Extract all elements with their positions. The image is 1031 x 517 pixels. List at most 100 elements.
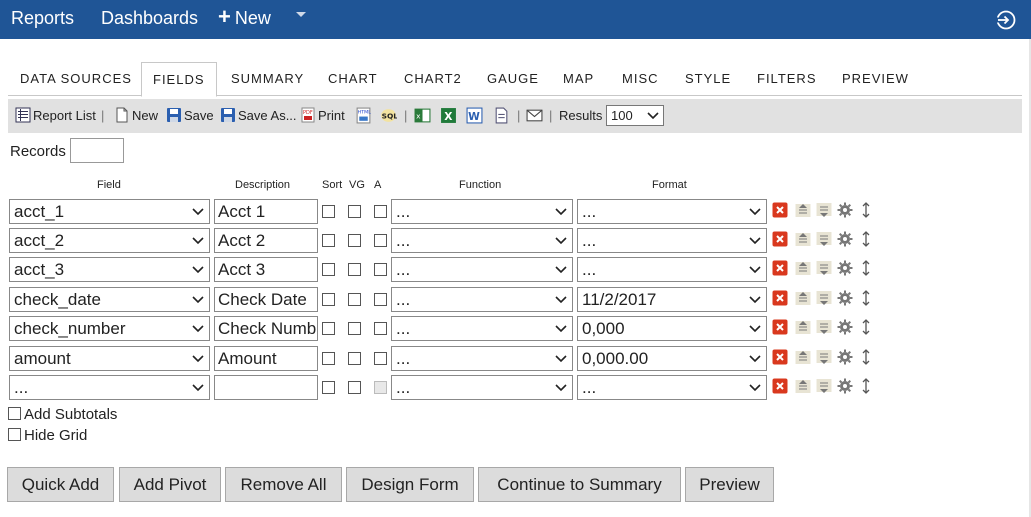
tab-misc[interactable]: MISC <box>622 62 659 96</box>
tab-chart[interactable]: CHART <box>328 62 378 96</box>
function-select[interactable]: ... <box>391 375 573 400</box>
settings-gear-icon[interactable] <box>837 290 853 306</box>
design-form-button[interactable]: Design Form <box>346 467 474 502</box>
nav-new-button[interactable]: + New <box>218 6 271 29</box>
vg-checkbox[interactable] <box>348 263 361 276</box>
sort-checkbox[interactable] <box>322 352 335 365</box>
hide-grid-checkbox[interactable] <box>8 428 21 441</box>
format-select[interactable]: ... <box>577 199 767 224</box>
move-up-icon[interactable] <box>795 260 811 276</box>
results-select[interactable]: 100 <box>606 105 664 126</box>
format-select[interactable]: ... <box>577 375 767 400</box>
field-select[interactable]: acct_1 <box>9 199 210 224</box>
settings-gear-icon[interactable] <box>837 378 853 394</box>
move-down-icon[interactable] <box>816 231 832 247</box>
sort-checkbox[interactable] <box>322 322 335 335</box>
drag-handle-icon[interactable] <box>858 378 874 394</box>
tab-summary[interactable]: SUMMARY <box>231 62 304 96</box>
new-report-button[interactable]: New <box>114 107 158 125</box>
function-select[interactable]: ... <box>391 346 573 371</box>
continue-to-summary-button[interactable]: Continue to Summary <box>478 467 681 502</box>
field-select[interactable]: ... <box>9 375 210 400</box>
quick-add-button[interactable]: Quick Add <box>7 467 114 502</box>
add-pivot-button[interactable]: Add Pivot <box>119 467 221 502</box>
drag-handle-icon[interactable] <box>858 260 874 276</box>
a-checkbox[interactable] <box>374 263 387 276</box>
a-checkbox[interactable] <box>374 234 387 247</box>
delete-icon[interactable] <box>772 319 788 335</box>
add-subtotals-option[interactable]: Add Subtotals <box>8 407 117 423</box>
preview-button[interactable]: Preview <box>685 467 774 502</box>
excel-export-icon[interactable]: X <box>440 107 457 124</box>
logout-icon[interactable] <box>995 9 1017 31</box>
description-input[interactable]: Acct 3 <box>214 257 318 282</box>
move-up-icon[interactable] <box>795 319 811 335</box>
vg-checkbox[interactable] <box>348 352 361 365</box>
format-select[interactable]: 0,000.00 <box>577 346 767 371</box>
description-input[interactable]: Amount <box>214 346 318 371</box>
description-input[interactable]: Check Numb <box>214 316 318 341</box>
settings-gear-icon[interactable] <box>837 319 853 335</box>
delete-icon[interactable] <box>772 260 788 276</box>
description-input[interactable]: Check Date <box>214 287 318 312</box>
field-select[interactable]: check_date <box>9 287 210 312</box>
move-up-icon[interactable] <box>795 349 811 365</box>
a-checkbox[interactable] <box>374 352 387 365</box>
nav-dashboards-link[interactable]: Dashboards <box>101 8 198 29</box>
settings-gear-icon[interactable] <box>837 231 853 247</box>
settings-gear-icon[interactable] <box>837 260 853 276</box>
print-button[interactable]: PDF Print <box>300 107 345 125</box>
save-button[interactable]: Save <box>166 107 214 125</box>
move-down-icon[interactable] <box>816 260 832 276</box>
format-select[interactable]: 11/2/2017 <box>577 287 767 312</box>
sort-checkbox[interactable] <box>322 205 335 218</box>
word-export-icon[interactable]: W <box>466 107 483 124</box>
chevron-down-icon[interactable] <box>296 12 306 17</box>
a-checkbox[interactable] <box>374 205 387 218</box>
function-select[interactable]: ... <box>391 199 573 224</box>
a-checkbox[interactable] <box>374 322 387 335</box>
sort-checkbox[interactable] <box>322 263 335 276</box>
delete-icon[interactable] <box>772 378 788 394</box>
drag-handle-icon[interactable] <box>858 231 874 247</box>
csv-export-icon[interactable]: x <box>414 107 431 124</box>
drag-handle-icon[interactable] <box>858 319 874 335</box>
move-up-icon[interactable] <box>795 231 811 247</box>
vg-checkbox[interactable] <box>348 381 361 394</box>
vg-checkbox[interactable] <box>348 205 361 218</box>
function-select[interactable]: ... <box>391 316 573 341</box>
delete-icon[interactable] <box>772 231 788 247</box>
description-input[interactable]: Acct 1 <box>214 199 318 224</box>
delete-icon[interactable] <box>772 202 788 218</box>
drag-handle-icon[interactable] <box>858 349 874 365</box>
description-input[interactable] <box>214 375 318 400</box>
delete-icon[interactable] <box>772 349 788 365</box>
tab-preview[interactable]: PREVIEW <box>842 62 909 96</box>
move-down-icon[interactable] <box>816 349 832 365</box>
sort-checkbox[interactable] <box>322 381 335 394</box>
drag-handle-icon[interactable] <box>858 202 874 218</box>
delete-icon[interactable] <box>772 290 788 306</box>
a-checkbox[interactable] <box>374 293 387 306</box>
records-input[interactable] <box>70 138 124 163</box>
move-down-icon[interactable] <box>816 378 832 394</box>
vg-checkbox[interactable] <box>348 293 361 306</box>
function-select[interactable]: ... <box>391 287 573 312</box>
tab-style[interactable]: STYLE <box>685 62 731 96</box>
sort-checkbox[interactable] <box>322 293 335 306</box>
report-list-button[interactable]: Report List <box>15 107 96 125</box>
html-export-icon[interactable]: HTML <box>355 107 372 124</box>
field-select[interactable]: acct_2 <box>9 228 210 253</box>
tab-map[interactable]: MAP <box>563 62 594 96</box>
email-icon[interactable] <box>526 107 543 124</box>
format-select[interactable]: ... <box>577 228 767 253</box>
add-subtotals-checkbox[interactable] <box>8 407 21 420</box>
format-select[interactable]: ... <box>577 257 767 282</box>
text-export-icon[interactable] <box>493 107 510 124</box>
field-select[interactable]: amount <box>9 346 210 371</box>
function-select[interactable]: ... <box>391 257 573 282</box>
tab-chart2[interactable]: CHART2 <box>404 62 462 96</box>
save-as-button[interactable]: Save As... <box>220 107 297 125</box>
move-up-icon[interactable] <box>795 290 811 306</box>
move-up-icon[interactable] <box>795 378 811 394</box>
